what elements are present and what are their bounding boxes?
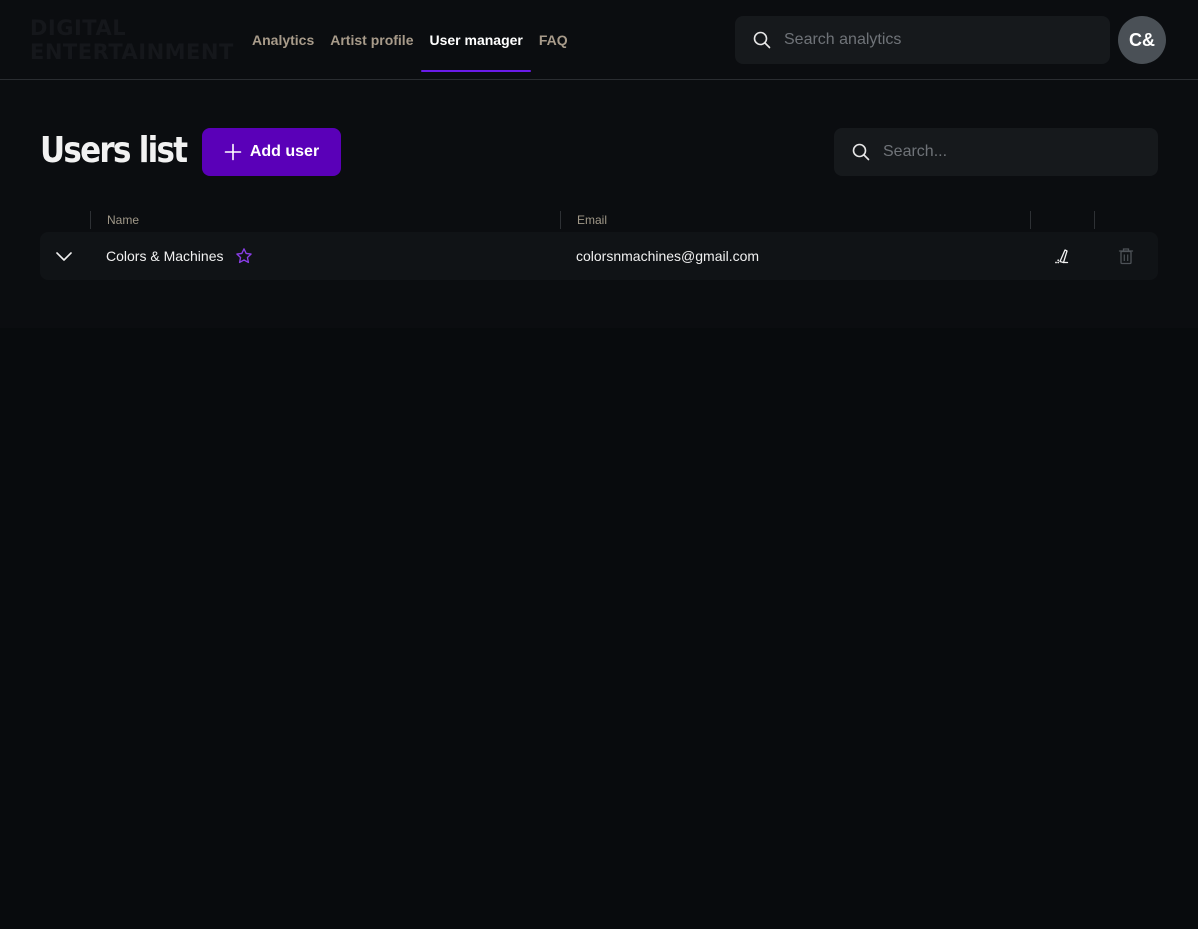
delete-user-button[interactable]: [1114, 232, 1138, 280]
analytics-search: [735, 16, 1110, 64]
table-header: Name Email: [40, 211, 1158, 229]
search-icon: [852, 143, 870, 161]
analytics-search-input[interactable]: [784, 31, 1074, 49]
users-search: [834, 128, 1158, 176]
edit-user-button[interactable]: [1050, 232, 1074, 280]
add-user-label: Add user: [249, 143, 320, 160]
logo-line-1: DIGITAL: [30, 16, 127, 40]
column-header-name[interactable]: Name: [90, 211, 560, 229]
column-header-delete: [1094, 211, 1158, 229]
nav-faq[interactable]: FAQ: [531, 8, 576, 72]
users-panel: Users list Add user Name Email Colors & …: [0, 80, 1198, 328]
edit-icon: [1055, 249, 1069, 264]
trash-icon: [1118, 248, 1134, 265]
nav-artist-profile[interactable]: Artist profile: [322, 8, 421, 72]
user-name-cell: Colors & Machines: [106, 232, 566, 280]
avatar[interactable]: C&: [1118, 16, 1166, 64]
top-bar: DIGITAL ENTERTAINMENT Analytics Artist p…: [0, 0, 1198, 80]
chevron-down-icon: [56, 252, 72, 261]
logo[interactable]: DIGITAL ENTERTAINMENT: [30, 14, 234, 66]
user-email: colorsnmachines@gmail.com: [576, 248, 760, 264]
page-title: Users list: [40, 130, 188, 171]
favorite-button[interactable]: [235, 247, 253, 265]
nav-analytics[interactable]: Analytics: [244, 8, 322, 72]
column-header-email[interactable]: Email: [560, 211, 1030, 229]
expand-row-button[interactable]: [52, 232, 76, 280]
star-icon: [235, 248, 252, 264]
search-icon: [753, 31, 771, 49]
column-header-edit: [1030, 211, 1094, 229]
main-nav: Analytics Artist profile User manager FA…: [244, 0, 576, 80]
plus-icon: [224, 143, 242, 161]
users-search-input[interactable]: [883, 143, 1123, 161]
nav-user-manager[interactable]: User manager: [421, 8, 532, 72]
table-row: Colors & Machines colorsnmachines@gmail.…: [40, 232, 1158, 280]
add-user-button[interactable]: Add user: [202, 128, 341, 176]
logo-line-2: ENTERTAINMENT: [30, 40, 234, 64]
user-name: Colors & Machines: [106, 248, 224, 264]
